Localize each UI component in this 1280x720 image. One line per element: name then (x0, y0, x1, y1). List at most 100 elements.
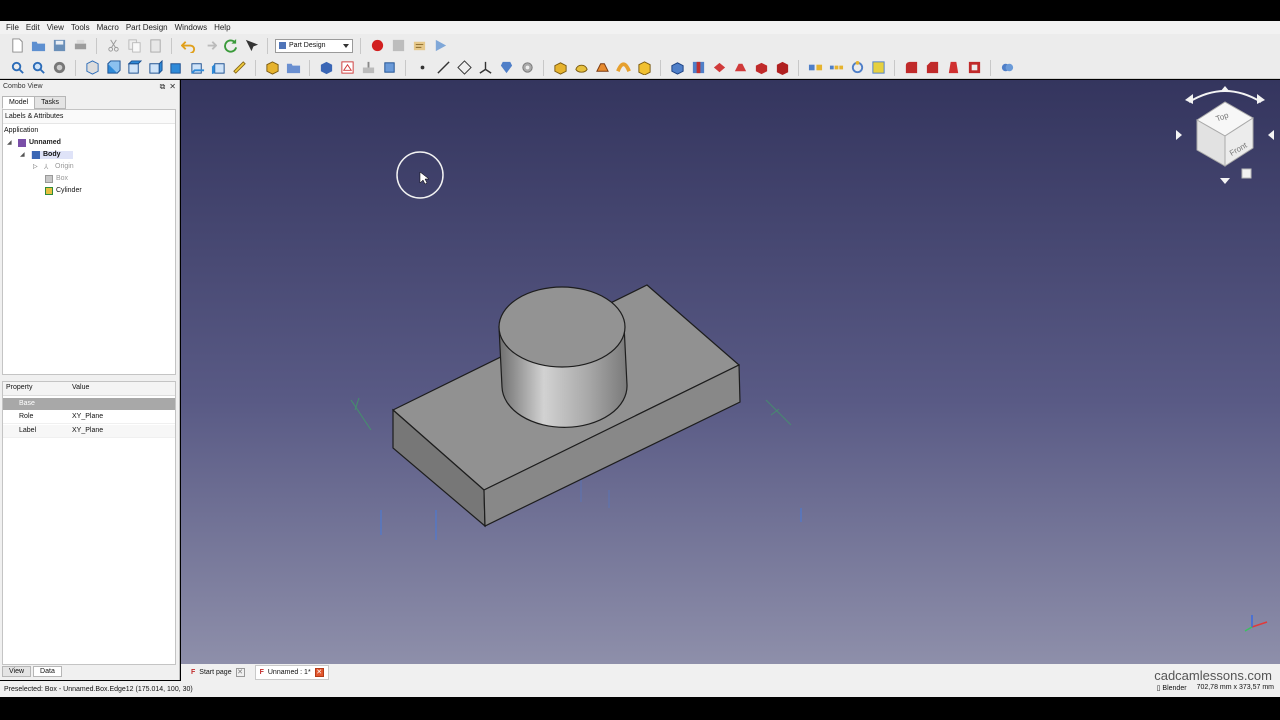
fillet-button[interactable] (902, 59, 920, 77)
loft-button[interactable] (593, 59, 611, 77)
tree-item-cylinder[interactable]: Cylinder (45, 185, 82, 196)
tree-item-body[interactable]: ◢ Body (20, 149, 73, 160)
menu-windows[interactable]: Windows (173, 23, 212, 32)
whats-this-button[interactable] (242, 37, 260, 55)
hole-button[interactable] (689, 59, 707, 77)
shape-binder-button[interactable] (380, 59, 398, 77)
local-cs-button[interactable] (476, 59, 494, 77)
record-macro-button[interactable] (368, 37, 386, 55)
fit-selection-button[interactable] (29, 59, 47, 77)
tree-item-unnamed[interactable]: ◢ Unnamed (7, 137, 61, 148)
measure-button[interactable] (230, 59, 248, 77)
property-group-base[interactable]: Base (3, 398, 175, 410)
print-button[interactable] (71, 37, 89, 55)
property-row-role[interactable]: Role XY_Plane (3, 411, 175, 424)
tab-start-page[interactable]: F Start page ✕ (187, 666, 249, 679)
view-left-button[interactable] (209, 59, 227, 77)
close-tab-icon[interactable]: ✕ (235, 668, 245, 677)
view-front-button[interactable] (104, 59, 122, 77)
validate-sketch-button[interactable] (359, 59, 377, 77)
navigation-style-selector[interactable]: ▯ Blender (1157, 684, 1187, 692)
tree-root[interactable]: Application (4, 125, 38, 136)
view-isometric-button[interactable] (83, 59, 101, 77)
thickness-button[interactable] (965, 59, 983, 77)
run-macro-button[interactable] (431, 37, 449, 55)
additive-primitive-button[interactable] (635, 59, 653, 77)
edit-macro-button[interactable] (410, 37, 428, 55)
tab-model[interactable]: Model (2, 96, 36, 109)
redo-button[interactable] (200, 37, 218, 55)
float-icon[interactable]: ⧉ (160, 82, 166, 92)
collapse-arrow-icon[interactable]: ◢ (20, 151, 28, 158)
view-top-button[interactable] (125, 59, 143, 77)
workbench-selector[interactable]: Part Design (275, 38, 353, 53)
create-sketch-button[interactable] (338, 59, 356, 77)
menu-file[interactable]: File (4, 23, 24, 32)
mirrored-button[interactable] (806, 59, 824, 77)
stop-macro-button[interactable] (389, 37, 407, 55)
boolean-button[interactable] (998, 59, 1016, 77)
rotate-arc-icon[interactable] (1188, 90, 1262, 103)
menu-edit[interactable]: Edit (24, 23, 45, 32)
tree-item-origin[interactable]: ▷ ⅄ Origin (33, 161, 74, 172)
nav-right-arrow-icon[interactable] (1268, 130, 1274, 140)
tab-tasks[interactable]: Tasks (34, 96, 66, 109)
revolution-button[interactable] (572, 59, 590, 77)
fit-all-button[interactable] (8, 59, 26, 77)
sub-shape-binder-button[interactable] (518, 59, 536, 77)
refresh-button[interactable] (221, 37, 239, 55)
menu-help[interactable]: Help (212, 23, 235, 32)
cylinder-top-face[interactable] (498, 286, 626, 368)
menu-view[interactable]: View (45, 23, 69, 32)
menu-part-design[interactable]: Part Design (124, 23, 173, 32)
save-button[interactable] (50, 37, 68, 55)
view-right-button[interactable] (146, 59, 164, 77)
subtractive-primitive-button[interactable] (773, 59, 791, 77)
datum-line-button[interactable] (434, 59, 452, 77)
groove-button[interactable] (710, 59, 728, 77)
pocket-button[interactable] (668, 59, 686, 77)
chamfer-button[interactable] (923, 59, 941, 77)
cylinder-solid[interactable] (498, 286, 628, 428)
tab-data[interactable]: Data (33, 666, 62, 677)
nav-left-arrow-icon[interactable] (1176, 130, 1182, 140)
undo-button[interactable] (179, 37, 197, 55)
3d-viewport[interactable]: Top Front (181, 80, 1280, 664)
tab-unnamed-document[interactable]: F Unnamed : 1* ✕ (254, 665, 329, 680)
tree-item-box[interactable]: Box (45, 173, 68, 184)
multi-transform-button[interactable] (869, 59, 887, 77)
pipe-button[interactable] (614, 59, 632, 77)
close-tab-icon[interactable]: ✕ (314, 668, 324, 677)
nav-up-arrow-icon[interactable] (1220, 86, 1230, 92)
draw-style-button[interactable] (50, 59, 68, 77)
view-rear-button[interactable] (167, 59, 185, 77)
create-body-button[interactable] (317, 59, 335, 77)
close-icon[interactable]: ✕ (169, 82, 176, 92)
linear-pattern-button[interactable] (827, 59, 845, 77)
draft-button[interactable] (944, 59, 962, 77)
property-row-label[interactable]: Label XY_Plane (3, 425, 175, 438)
create-part-button[interactable] (263, 59, 281, 77)
collapse-arrow-icon[interactable]: ◢ (7, 139, 15, 146)
datum-plane-button[interactable] (455, 59, 473, 77)
view-bottom-button[interactable] (188, 59, 206, 77)
datum-point-button[interactable] (413, 59, 431, 77)
paste-button[interactable] (146, 37, 164, 55)
subtractive-pipe-button[interactable] (752, 59, 770, 77)
expand-arrow-icon[interactable]: ▷ (33, 163, 41, 170)
cut-button[interactable] (104, 37, 122, 55)
create-group-button[interactable] (284, 59, 302, 77)
subtractive-loft-button[interactable] (731, 59, 749, 77)
view-menu-cube-icon[interactable] (1241, 168, 1252, 179)
polar-pattern-button[interactable] (848, 59, 866, 77)
menu-tools[interactable]: Tools (69, 23, 95, 32)
menu-macro[interactable]: Macro (95, 23, 124, 32)
tab-view[interactable]: View (2, 666, 32, 677)
navigation-cube[interactable]: Top Front (1176, 86, 1274, 184)
clone-button[interactable] (497, 59, 515, 77)
pad-button[interactable] (551, 59, 569, 77)
copy-button[interactable] (125, 37, 143, 55)
open-button[interactable] (29, 37, 47, 55)
nav-down-arrow-icon[interactable] (1220, 178, 1230, 184)
new-document-button[interactable] (8, 37, 26, 55)
